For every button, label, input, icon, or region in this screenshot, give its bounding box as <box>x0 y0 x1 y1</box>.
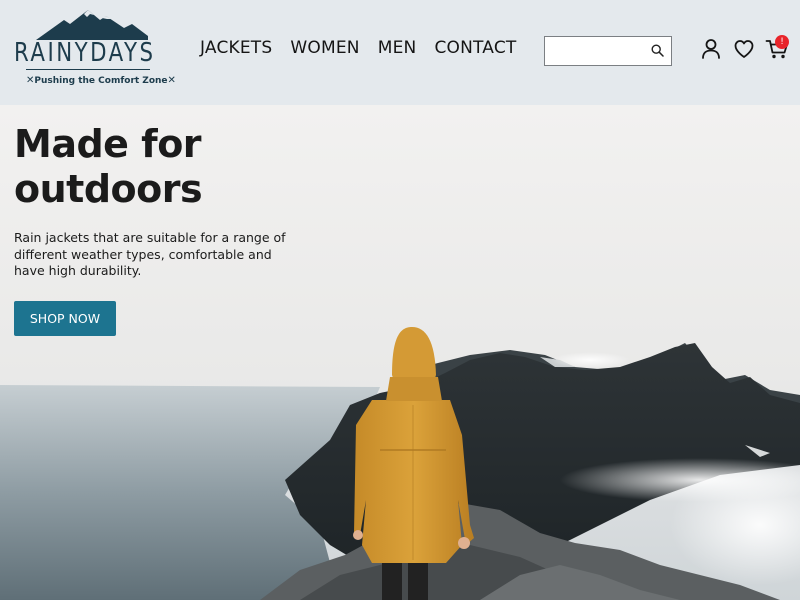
brand-tagline-row: ✕ Pushing the Comfort Zone ✕ <box>26 75 176 86</box>
logo[interactable]: RAINYDAYS ✕ Pushing the Comfort Zone ✕ <box>12 10 176 92</box>
nav-item-men[interactable]: MEN <box>378 38 417 58</box>
nav-item-contact[interactable]: CONTACT <box>434 38 516 58</box>
search-box <box>544 36 672 66</box>
mountain-logo-icon <box>36 10 148 40</box>
user-icon[interactable] <box>700 38 722 60</box>
main-nav: JACKETS WOMEN MEN CONTACT <box>200 38 516 58</box>
cross-icon: ✕ <box>167 75 176 86</box>
nav-item-women[interactable]: WOMEN <box>290 38 359 58</box>
hero-title-line2: outdoors <box>14 167 203 211</box>
nav-item-jackets[interactable]: JACKETS <box>200 38 272 58</box>
shop-now-button[interactable]: SHOP NOW <box>14 301 116 336</box>
site-header: RAINYDAYS ✕ Pushing the Comfort Zone ✕ J… <box>0 0 800 105</box>
heart-icon[interactable] <box>733 38 755 60</box>
logo-divider <box>26 69 150 70</box>
brand-name: RAINYDAYS <box>14 38 156 68</box>
hero-title: Made for outdoors <box>14 122 344 212</box>
search-input[interactable] <box>545 37 645 65</box>
hero-title-line1: Made for <box>14 122 202 166</box>
hero-section: Made for outdoors Rain jackets that are … <box>0 105 800 600</box>
brand-tagline: Pushing the Comfort Zone <box>34 75 168 86</box>
hero-description: Rain jackets that are suitable for a ran… <box>14 230 286 278</box>
search-icon[interactable] <box>651 44 664 57</box>
cross-icon: ✕ <box>26 75 35 86</box>
cart-count-badge: ! <box>775 35 789 49</box>
